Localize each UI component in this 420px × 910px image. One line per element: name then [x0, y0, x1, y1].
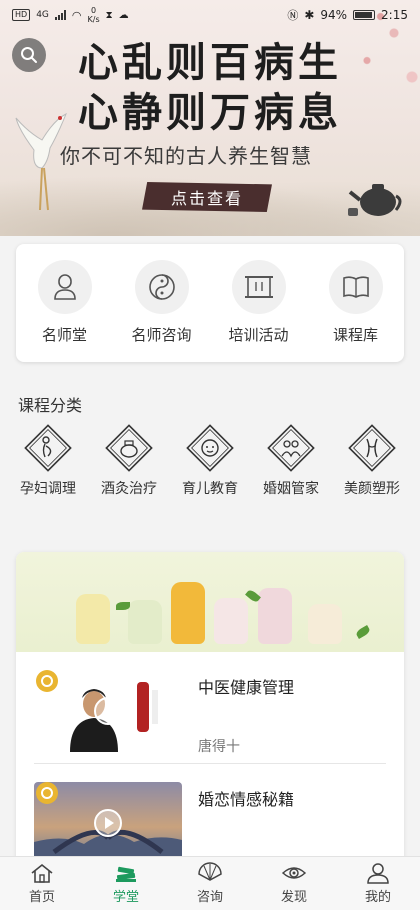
wifi-icon: ◠ [71, 8, 82, 22]
user-icon [367, 863, 389, 884]
course-title: 婚恋情感秘籍 [198, 790, 295, 809]
course-author: 唐得十 [198, 739, 240, 755]
teapot-illustration [348, 184, 402, 216]
fan-icon [198, 862, 222, 881]
banner-subtitle: 你不可不知的古人养生智慧 [60, 144, 312, 168]
popsicle-image [258, 588, 292, 644]
quick-item-training[interactable]: 培训活动 [215, 260, 303, 362]
category-label: 育儿教育 [182, 481, 238, 497]
course-title: 中医健康管理 [198, 678, 295, 697]
quick-item-teachers[interactable]: 名师堂 [21, 260, 109, 362]
bluetooth-icon: ✱ [304, 8, 315, 22]
yin-yang-icon [134, 260, 189, 314]
course-card: 中医健康管理 唐得十 婚恋情感秘籍 [16, 552, 404, 872]
pregnancy-icon [24, 424, 72, 472]
status-bar: HD 4G ◠ 0 K/s ⧗ ☁ Ⓝ ✱ 94% 2:15 [0, 0, 420, 30]
banner-view-button[interactable]: 点击查看 [142, 182, 272, 212]
coin-badge-icon [36, 782, 58, 804]
couple-icon [267, 424, 315, 472]
popsicle-image [214, 598, 248, 644]
search-icon [21, 47, 37, 63]
play-icon[interactable] [94, 697, 122, 725]
bottom-tab-bar: 首页 学堂 咨询 发现 我的 [0, 856, 420, 910]
leaf-decoration [354, 625, 372, 639]
scroll-icon [231, 260, 286, 314]
category-label: 美颜塑形 [344, 481, 400, 497]
play-icon[interactable] [94, 809, 122, 837]
category-label: 孕妇调理 [20, 481, 76, 497]
quick-item-consult[interactable]: 名师咨询 [118, 260, 206, 362]
quick-item-label: 名师堂 [41, 326, 87, 344]
course-promo-banner[interactable] [16, 552, 404, 652]
tab-label: 学堂 [112, 890, 139, 905]
net-speed: 0 K/s [87, 6, 100, 24]
category-label: 婚姻管家 [263, 481, 319, 497]
body-shape-icon [348, 424, 396, 472]
tab-label: 发现 [280, 890, 307, 905]
hd-badge: HD [12, 9, 31, 21]
popsicle-image [128, 600, 162, 644]
battery-icon [353, 10, 376, 20]
quick-item-library[interactable]: 课程库 [312, 260, 400, 362]
quick-item-label: 培训活动 [228, 326, 289, 344]
tab-home[interactable]: 首页 [0, 857, 84, 910]
book-icon [328, 260, 383, 314]
nfc-icon: Ⓝ [287, 9, 299, 22]
search-button[interactable] [12, 38, 46, 72]
coin-badge-icon [36, 670, 58, 692]
battery-percent: 94% [320, 8, 348, 22]
tab-mine[interactable]: 我的 [336, 857, 420, 910]
category-list: 孕妇调理 酒灸治疗 育儿教育 婚姻管家 美颜塑形 [8, 424, 412, 498]
leaf-decoration [116, 602, 130, 610]
clock: 2:15 [381, 8, 408, 22]
network-type: 4G [36, 10, 49, 20]
hourglass-icon: ⧗ [105, 9, 113, 21]
popsicle-image [76, 594, 110, 644]
moxibustion-pot-icon [105, 424, 153, 472]
tab-label: 我的 [364, 890, 391, 905]
quick-menu-card: 名师堂 名师咨询 培训活动 课程库 [16, 244, 404, 362]
tab-discover[interactable]: 发现 [252, 857, 336, 910]
category-section-title: 课程分类 [18, 396, 83, 415]
tab-label: 咨询 [196, 890, 223, 905]
category-moxibustion[interactable]: 酒灸治疗 [89, 424, 169, 498]
quick-item-label: 名师咨询 [131, 326, 192, 344]
popsicle-image [171, 582, 205, 644]
signal-icon [54, 10, 66, 20]
course-list-item[interactable]: 中医健康管理 唐得十 [16, 652, 404, 764]
baby-face-icon [186, 424, 234, 472]
tab-consult[interactable]: 咨询 [168, 857, 252, 910]
category-pregnancy[interactable]: 孕妇调理 [8, 424, 88, 498]
category-label: 酒灸治疗 [101, 481, 157, 497]
home-icon [31, 863, 53, 883]
tab-label: 首页 [28, 890, 55, 905]
books-stack-icon [116, 866, 136, 882]
category-parenting[interactable]: 育儿教育 [170, 424, 250, 498]
banner-headline-2: 心静则万病息 [78, 89, 342, 136]
person-icon [37, 260, 92, 314]
tab-school[interactable]: 学堂 [84, 857, 168, 910]
hero-banner[interactable]: 心乱则百病生 心静则万病息 你不可不知的古人养生智慧 点击查看 [0, 0, 420, 236]
category-marriage[interactable]: 婚姻管家 [251, 424, 331, 498]
category-beauty[interactable]: 美颜塑形 [332, 424, 412, 498]
popsicle-image [308, 604, 342, 644]
cloud-icon: ☁ [118, 9, 129, 21]
quick-item-label: 课程库 [332, 326, 378, 344]
eye-icon [281, 867, 307, 879]
